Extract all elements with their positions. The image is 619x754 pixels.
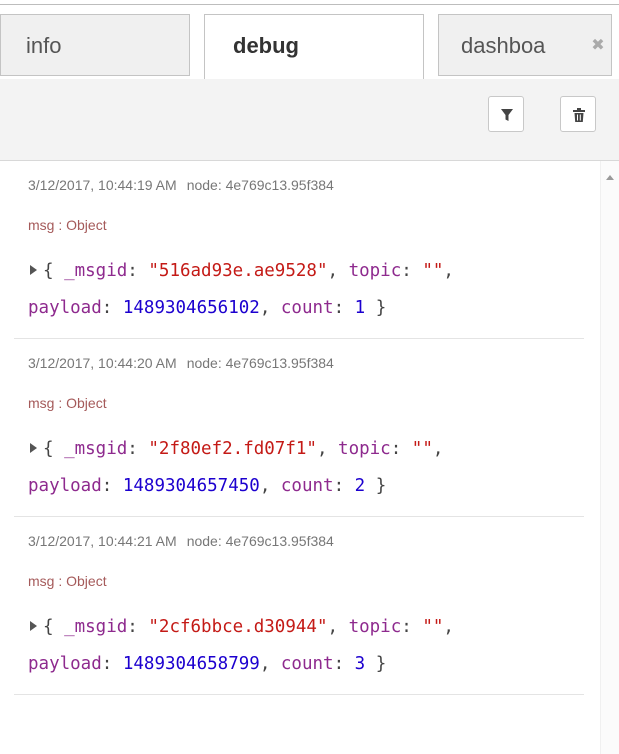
trash-icon xyxy=(573,108,585,122)
json-value: "2f80ef2.fd07f1" xyxy=(148,439,317,459)
json-key: payload xyxy=(28,654,102,674)
json-key: topic xyxy=(348,617,402,637)
json-key: _msgid xyxy=(64,261,128,281)
json-value: 2 xyxy=(354,476,366,496)
json-key: count xyxy=(280,476,334,496)
json-key: topic xyxy=(348,261,402,281)
scroll-up-arrow-icon[interactable] xyxy=(606,175,614,180)
message-meta: 3/12/2017, 10:44:19 AM node: 4e769c13.95f… xyxy=(28,177,334,193)
message-node-link[interactable]: node: 4e769c13.95f384 xyxy=(187,533,334,549)
tab-debug-label: debug xyxy=(233,33,299,58)
message-meta: 3/12/2017, 10:44:21 AM node: 4e769c13.95f… xyxy=(28,533,334,549)
json-value: "" xyxy=(422,617,444,637)
message-list-empty-area xyxy=(0,697,600,754)
json-value: 3 xyxy=(354,654,366,674)
json-value: 1489304656102 xyxy=(122,298,260,318)
filter-button[interactable] xyxy=(488,96,524,132)
message-node-link[interactable]: node: 4e769c13.95f384 xyxy=(187,355,334,371)
message-payload-tree[interactable]: { _msgid: "2cf6bbce.d30944", topic: "", … xyxy=(28,609,454,683)
debug-message: 3/12/2017, 10:44:21 AM node: 4e769c13.95f… xyxy=(14,517,584,695)
scrollbar[interactable] xyxy=(600,161,619,754)
message-payload-tree[interactable]: { _msgid: "2f80ef2.fd07f1", topic: "", p… xyxy=(28,431,443,505)
json-value: "" xyxy=(422,261,444,281)
message-timestamp: 3/12/2017, 10:44:19 AM xyxy=(28,177,177,193)
json-key: payload xyxy=(28,298,102,318)
message-payload-tree[interactable]: { _msgid: "516ad93e.ae9528", topic: "", … xyxy=(28,253,454,327)
debug-toolbar xyxy=(0,79,619,161)
json-key: _msgid xyxy=(64,617,128,637)
json-key: topic xyxy=(338,439,391,459)
message-node-link[interactable]: node: 4e769c13.95f384 xyxy=(187,177,334,193)
debug-message: 3/12/2017, 10:44:19 AM node: 4e769c13.95f… xyxy=(14,161,584,339)
message-timestamp: 3/12/2017, 10:44:21 AM xyxy=(28,533,177,549)
message-type: msg : Object xyxy=(28,573,107,589)
json-value: 1489304657450 xyxy=(122,476,260,496)
expand-arrow-icon[interactable] xyxy=(30,621,37,631)
json-value: 1 xyxy=(354,298,366,318)
json-key: _msgid xyxy=(64,439,128,459)
debug-message: 3/12/2017, 10:44:20 AM node: 4e769c13.95f… xyxy=(14,339,584,517)
message-type: msg : Object xyxy=(28,395,107,411)
message-timestamp: 3/12/2017, 10:44:20 AM xyxy=(28,355,177,371)
message-type: msg : Object xyxy=(28,217,107,233)
json-key: count xyxy=(280,654,334,674)
json-value: 1489304658799 xyxy=(122,654,260,674)
json-value: "2cf6bbce.d30944" xyxy=(148,617,328,637)
json-key: count xyxy=(280,298,334,318)
filter-icon xyxy=(501,109,513,121)
json-value: "516ad93e.ae9528" xyxy=(148,261,328,281)
debug-message-list: 3/12/2017, 10:44:19 AM node: 4e769c13.95f… xyxy=(14,161,584,697)
json-value: "" xyxy=(411,439,433,459)
tab-dashboard-label: dashboa xyxy=(461,33,546,58)
json-key: payload xyxy=(28,476,102,496)
tab-dashboard[interactable]: dashboa ✖ xyxy=(438,14,612,76)
clear-button[interactable] xyxy=(560,96,596,132)
expand-arrow-icon[interactable] xyxy=(30,265,37,275)
tab-debug[interactable]: debug xyxy=(204,14,424,79)
tab-info[interactable]: info xyxy=(0,14,190,76)
expand-arrow-icon[interactable] xyxy=(30,443,37,453)
message-meta: 3/12/2017, 10:44:20 AM node: 4e769c13.95f… xyxy=(28,355,334,371)
sidebar-tab-bar: info debug dashboa ✖ xyxy=(0,5,619,79)
close-icon[interactable]: ✖ xyxy=(589,37,607,55)
tab-info-label: info xyxy=(26,33,62,58)
